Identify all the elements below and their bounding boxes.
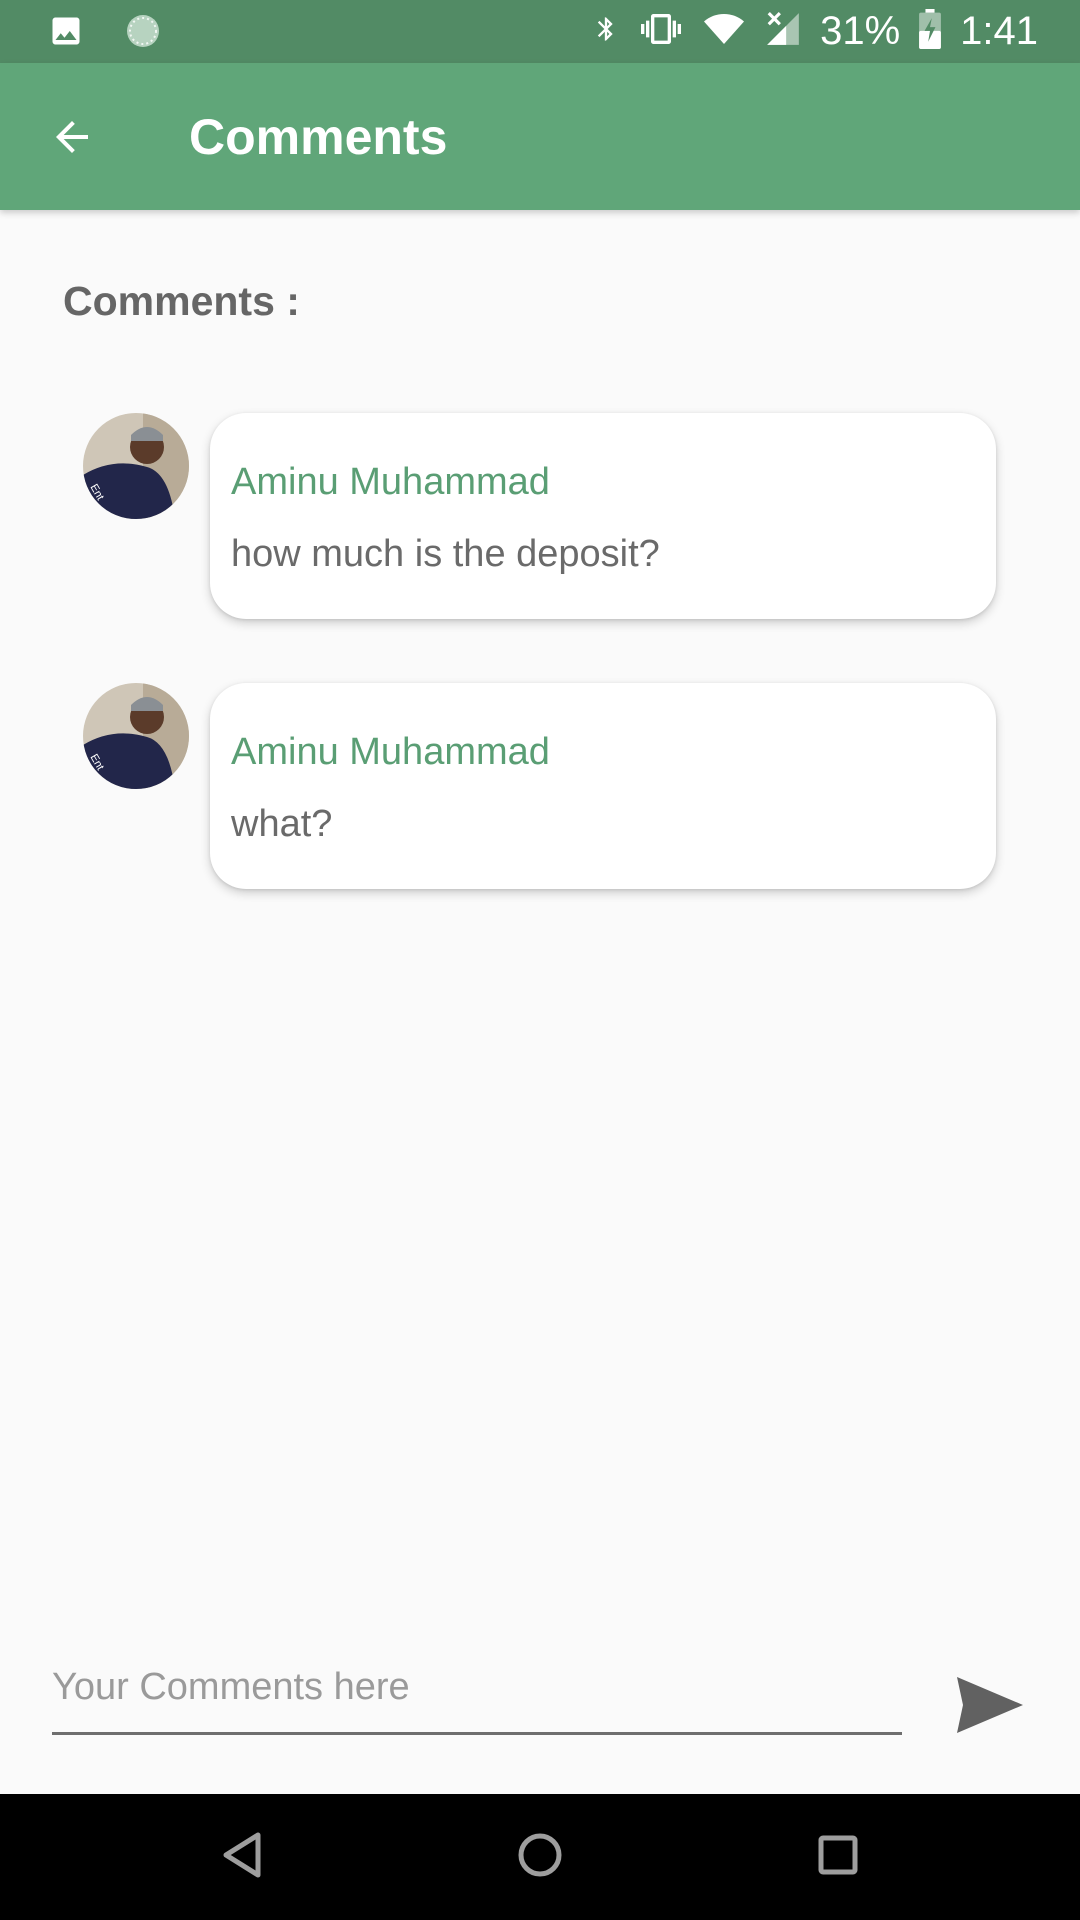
comment-text: how much is the deposit? — [231, 533, 660, 575]
arrow-back-icon — [48, 113, 96, 166]
clock: 1:41 — [960, 9, 1038, 53]
recents-square-icon — [818, 1835, 858, 1880]
page-title: Comments — [189, 109, 448, 165]
comment-input[interactable] — [52, 1652, 902, 1722]
back-button[interactable] — [36, 103, 108, 175]
comment-author[interactable]: Aminu Muhammad — [231, 461, 550, 504]
bluetooth-icon — [592, 9, 620, 54]
app-bar: Comments — [0, 63, 1080, 210]
nav-recents-button[interactable] — [803, 1822, 873, 1892]
send-icon — [955, 1677, 1025, 1739]
comment-bubble: Aminu Muhammad how much is the deposit? — [210, 413, 996, 619]
navigation-bar — [0, 1794, 1080, 1920]
nav-back-button[interactable] — [207, 1822, 277, 1892]
vibrate-icon — [638, 9, 684, 54]
image-icon — [48, 13, 84, 54]
back-triangle-icon — [220, 1831, 264, 1884]
avatar[interactable]: Ent — [83, 413, 189, 519]
avatar[interactable]: Ent — [83, 683, 189, 789]
loading-circle-icon — [124, 12, 162, 55]
status-bar: 31% 1:41 — [0, 0, 1080, 63]
battery-charging-icon — [918, 9, 942, 54]
comments-heading: Comments : — [63, 278, 300, 324]
home-circle-icon — [517, 1832, 563, 1883]
comment-text: what? — [231, 803, 333, 845]
cellular-signal-icon — [764, 9, 802, 54]
comment-bubble: Aminu Muhammad what? — [210, 683, 996, 889]
nav-home-button[interactable] — [505, 1822, 575, 1892]
send-button[interactable] — [955, 1675, 1037, 1745]
battery-percent: 31% — [820, 9, 901, 53]
wifi-icon — [702, 9, 746, 54]
comment-author[interactable]: Aminu Muhammad — [231, 731, 550, 774]
comment-input-container — [52, 1652, 902, 1735]
